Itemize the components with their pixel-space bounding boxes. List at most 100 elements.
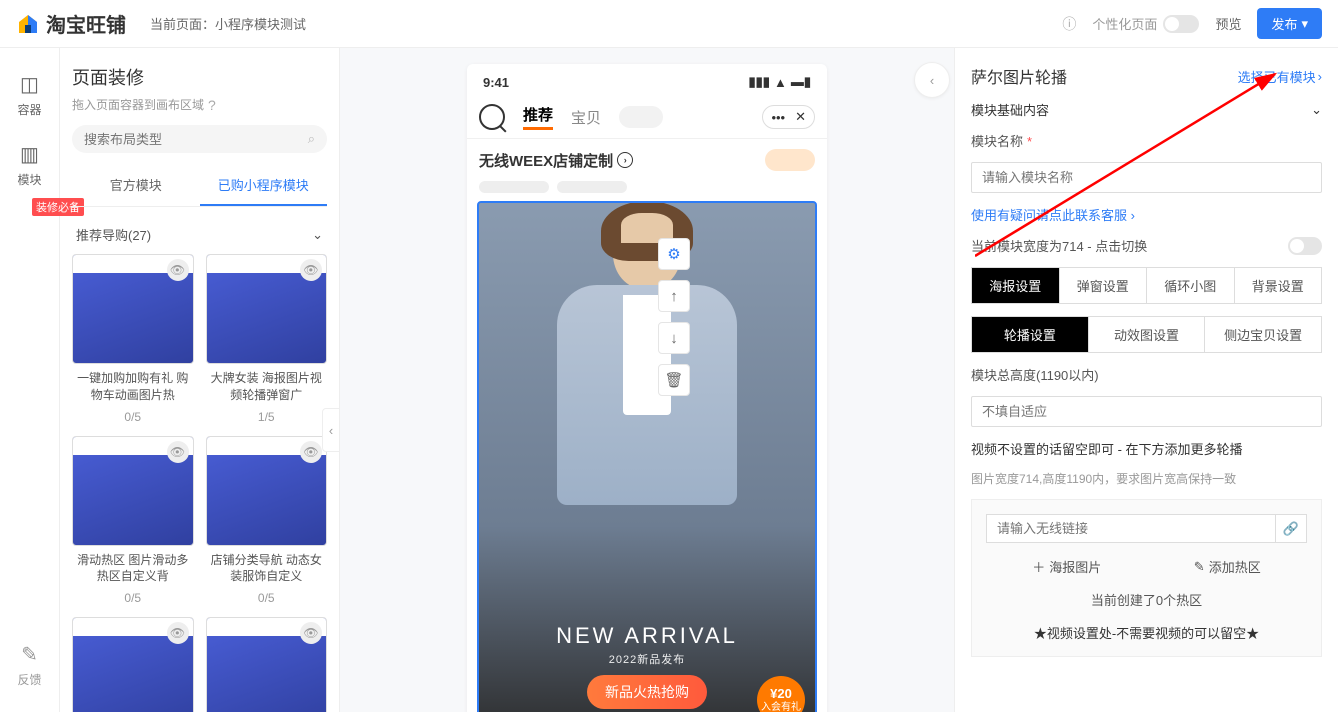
seg-row-1: 海报设置 弹窗设置 循环小图 背景设置: [971, 267, 1322, 304]
module-card[interactable]: 👁 店铺分类导航 动态女装服饰自定义 0/5: [206, 436, 328, 606]
upload-area: 🔗 ＋海报图片 ✎添加热区 当前创建了0个热区 ★视频设置处-不需要视频的可以留…: [971, 499, 1322, 657]
banner-title[interactable]: 无线WEEX店铺定制 ›: [479, 150, 633, 171]
current-page: 当前页面：小程序模块测试: [150, 14, 306, 33]
personalize-toggle[interactable]: [1163, 15, 1199, 33]
seg-anim[interactable]: 动效图设置: [1089, 317, 1206, 352]
module-panel: 页面装修 拖入页面容器到画布区域 ? ⌕ 官方模块 已购小程序模块 推荐导购(2…: [60, 48, 340, 712]
help-link[interactable]: 使用有疑问请点此联系客服 ›: [971, 205, 1322, 224]
module-card[interactable]: 👁: [72, 617, 194, 712]
module-card[interactable]: 👁 大牌女装 海报图片视频轮播弹窗广 1/5: [206, 254, 328, 424]
video-note: 视频不设置的话留空即可 - 在下方添加更多轮播: [971, 439, 1322, 458]
dim-note: 图片宽度714,高度1190内，要求图片宽高保持一致: [971, 470, 1322, 487]
eye-icon: 👁: [300, 622, 322, 644]
panel-subtitle: 拖入页面容器到画布区域 ?: [72, 96, 327, 113]
search-box[interactable]: ⌕: [72, 125, 327, 153]
link-icon-button[interactable]: 🔗: [1275, 514, 1307, 543]
phone-status-bar: 9:41 ▮▮▮ ▲ ▬▮: [467, 64, 827, 96]
nav-container[interactable]: ◫ 容器: [0, 64, 59, 126]
tab-official[interactable]: 官方模块: [72, 165, 200, 206]
seg-carousel[interactable]: 轮播设置: [972, 317, 1089, 352]
tab-placeholder: [619, 106, 663, 128]
eye-icon: 👁: [300, 259, 322, 281]
phone-preview: 9:41 ▮▮▮ ▲ ▬▮ 推荐 宝贝 ••• ✕: [467, 64, 827, 712]
search-icon: ⌕: [308, 131, 315, 147]
module-card[interactable]: 👁 滑动热区 图片滑动多热区自定义背 0/5: [72, 436, 194, 606]
arrow-right-icon: ›: [617, 152, 633, 168]
logo-icon: [16, 12, 40, 36]
phone-tab-goods[interactable]: 宝贝: [571, 107, 601, 128]
banner-chip[interactable]: [765, 149, 815, 171]
plus-icon: ＋: [1032, 557, 1045, 576]
phone-tabs: 推荐 宝贝 ••• ✕: [467, 96, 827, 139]
property-panel: 萨尔图片轮播 选择已有模块 › 模块基础内容 ⌄ 模块名称* 使用有疑问请点此联…: [954, 48, 1338, 712]
delete-button[interactable]: 🗑: [658, 364, 690, 396]
nav-feedback[interactable]: ✎ 反馈: [0, 634, 59, 696]
edit-icon: ✎: [21, 642, 38, 667]
nav-module[interactable]: ▥ 模块: [0, 134, 59, 196]
eye-icon: 👁: [167, 441, 189, 463]
more-icon: •••: [771, 110, 785, 125]
eye-icon: 👁: [167, 622, 189, 644]
seg-row-2: 轮播设置 动效图设置 侧边宝贝设置: [971, 316, 1322, 353]
base-section[interactable]: 模块基础内容 ⌄: [971, 100, 1322, 119]
help-icon[interactable]: ⓘ: [1062, 14, 1076, 34]
width-text[interactable]: 当前模块宽度为714 - 点击切换: [971, 236, 1147, 255]
add-hotzone-button[interactable]: ✎添加热区: [1194, 557, 1261, 576]
canvas-tools: ⚙ ↑ ↓ 🗑: [658, 238, 690, 396]
module-card[interactable]: 👁: [206, 617, 328, 712]
preview-link[interactable]: 预览: [1215, 14, 1241, 33]
seg-popup[interactable]: 弹窗设置: [1060, 268, 1148, 303]
sub-pill: [557, 181, 627, 193]
publish-button[interactable]: 发布 ▾: [1257, 8, 1322, 39]
close-icon: ✕: [795, 109, 806, 125]
panel-title: 页面装修: [72, 64, 327, 90]
hero-cta-button[interactable]: 新品火热抢购: [587, 675, 707, 709]
module-card[interactable]: 👁 一键加购加购有礼 购物车动画图片热 0/5: [72, 254, 194, 424]
height-label: 模块总高度(1190以内): [971, 365, 1322, 384]
link-input[interactable]: [986, 514, 1275, 543]
cube-icon: ◫: [20, 72, 39, 97]
grid-icon: ▥: [20, 142, 39, 167]
seg-side[interactable]: 侧边宝贝设置: [1205, 317, 1321, 352]
chevron-right-icon: ›: [1318, 69, 1322, 84]
hero-module[interactable]: NEW ARRIVAL 2022新品发布 新品火热抢购 FASHION NEW …: [477, 201, 817, 712]
personalize-label: 个性化页面: [1092, 14, 1157, 33]
module-name-input[interactable]: [971, 162, 1322, 193]
select-existing-link[interactable]: 选择已有模块 ›: [1238, 67, 1322, 86]
help-icon[interactable]: ?: [208, 97, 216, 113]
settings-button[interactable]: ⚙: [658, 238, 690, 270]
signal-icon: ▮▮▮: [749, 74, 770, 90]
collapse-right-handle[interactable]: ‹: [914, 62, 950, 98]
sub-pill: [479, 181, 549, 193]
battery-icon: ▬▮: [791, 74, 811, 90]
search-input[interactable]: [84, 132, 308, 147]
phone-capsule[interactable]: ••• ✕: [762, 105, 815, 129]
hero-headline: NEW ARRIVAL: [527, 623, 768, 649]
hero-figure: [547, 211, 747, 551]
star-note: ★视频设置处-不需要视频的可以留空★: [986, 623, 1307, 642]
chevron-right-icon: ›: [1131, 208, 1135, 223]
prop-title: 萨尔图片轮播: [971, 64, 1067, 88]
seg-poster[interactable]: 海报设置: [972, 268, 1060, 303]
height-input[interactable]: [971, 396, 1322, 427]
wifi-icon: ▲: [774, 75, 787, 90]
phone-tab-recommend[interactable]: 推荐: [523, 104, 553, 130]
collapse-left-handle[interactable]: ‹: [322, 408, 340, 452]
move-down-button[interactable]: ↓: [658, 322, 690, 354]
seg-bg[interactable]: 背景设置: [1235, 268, 1322, 303]
module-tabs: 官方模块 已购小程序模块: [72, 165, 327, 207]
status-time: 9:41: [483, 75, 509, 90]
move-up-button[interactable]: ↑: [658, 280, 690, 312]
name-label: 模块名称*: [971, 131, 1322, 150]
category-row[interactable]: 推荐导购(27) ⌄: [72, 215, 327, 254]
hotzone-info: 当前创建了0个热区: [986, 590, 1307, 609]
edit-icon: ✎: [1194, 559, 1205, 575]
seg-loop[interactable]: 循环小图: [1147, 268, 1235, 303]
chevron-down-icon: ⌄: [312, 227, 323, 243]
tab-purchased[interactable]: 已购小程序模块: [200, 165, 328, 206]
topbar: 淘宝旺铺 当前页面：小程序模块测试 ⓘ 个性化页面 预览 发布 ▾: [0, 0, 1338, 48]
add-poster-button[interactable]: ＋海报图片: [1032, 557, 1101, 576]
width-toggle[interactable]: [1288, 237, 1322, 255]
eye-icon: 👁: [167, 259, 189, 281]
search-icon[interactable]: [479, 104, 505, 130]
